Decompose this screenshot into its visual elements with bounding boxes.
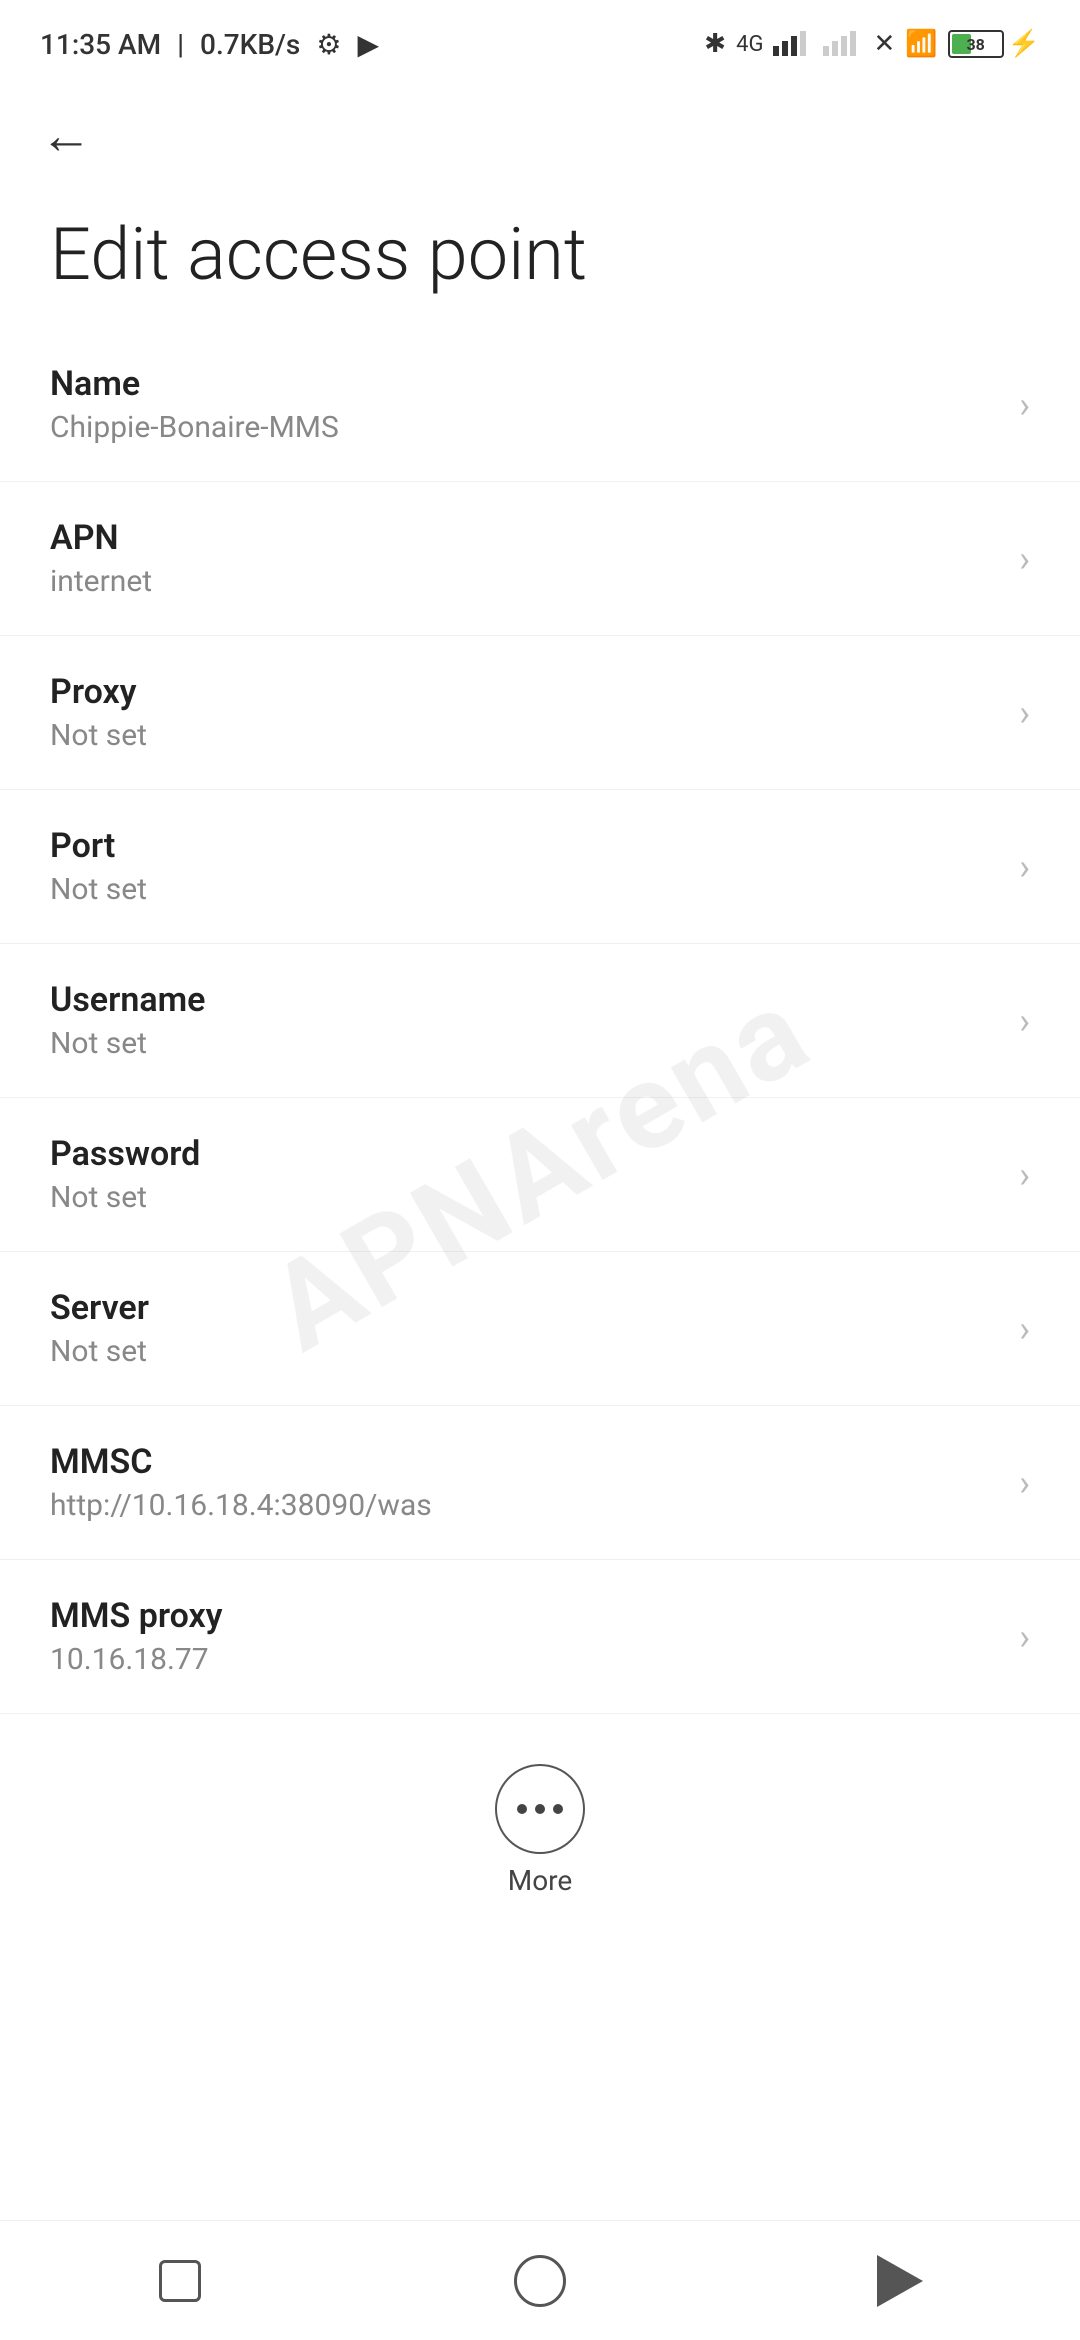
settings-item-content: MMS proxy 10.16.18.77 — [50, 1596, 999, 1677]
top-nav: ← — [0, 80, 1080, 172]
back-nav-icon — [877, 2255, 923, 2307]
bolt-icon: ⚡ — [1008, 29, 1040, 59]
settings-item-mmsc[interactable]: MMSC http://10.16.18.4:38090/was › — [0, 1406, 1080, 1560]
settings-item-content: Proxy Not set — [50, 672, 999, 753]
video-icon: ▶ — [357, 28, 379, 61]
settings-item-content: APN internet — [50, 518, 999, 599]
battery-display: 38 ⚡ — [948, 29, 1040, 59]
settings-item-content: Password Not set — [50, 1134, 999, 1215]
home-button[interactable] — [500, 2241, 580, 2321]
settings-item-username[interactable]: Username Not set › — [0, 944, 1080, 1098]
settings-item-value: Chippie-Bonaire-MMS — [50, 410, 999, 445]
bluetooth-icon: ✱ — [704, 29, 726, 59]
chevron-right-icon: › — [1019, 1308, 1030, 1350]
bottom-nav — [0, 2220, 1080, 2340]
dot3 — [553, 1804, 563, 1814]
settings-item-label: Proxy — [50, 672, 999, 712]
settings-item-name[interactable]: Name Chippie-Bonaire-MMS › — [0, 328, 1080, 482]
status-left: 11:35 AM | 0.7KB/s ⚙ ▶ — [40, 28, 379, 61]
settings-icon: ⚙ — [316, 28, 341, 61]
settings-item-content: MMSC http://10.16.18.4:38090/was — [50, 1442, 999, 1523]
chevron-right-icon: › — [1019, 692, 1030, 734]
settings-item-content: Port Not set — [50, 826, 999, 907]
settings-item-value: Not set — [50, 872, 999, 907]
wifi-icon: 📶 — [905, 29, 937, 59]
lte-icon: 4G — [736, 32, 763, 57]
status-icons: ✱ 4G ✕ 📶 38 ⚡ — [704, 28, 1040, 60]
settings-item-port[interactable]: Port Not set › — [0, 790, 1080, 944]
chevron-right-icon: › — [1019, 384, 1030, 426]
settings-item-value: http://10.16.18.4:38090/was — [50, 1488, 999, 1523]
settings-item-content: Username Not set — [50, 980, 999, 1061]
settings-item-apn[interactable]: APN internet › — [0, 482, 1080, 636]
settings-item-server[interactable]: Server Not set › — [0, 1252, 1080, 1406]
signal-icon — [773, 28, 813, 60]
back-nav-button[interactable] — [860, 2241, 940, 2321]
settings-item-label: Name — [50, 364, 999, 404]
chevron-right-icon: › — [1019, 846, 1030, 888]
settings-item-value: 10.16.18.77 — [50, 1642, 999, 1677]
chevron-right-icon: › — [1019, 1462, 1030, 1504]
x-icon: ✕ — [873, 29, 895, 59]
more-section: More — [0, 1714, 1080, 1927]
more-label: More — [508, 1864, 573, 1897]
settings-item-value: Not set — [50, 1180, 999, 1215]
recent-apps-icon — [159, 2260, 201, 2302]
settings-item-mms-proxy[interactable]: MMS proxy 10.16.18.77 › — [0, 1560, 1080, 1714]
back-arrow-icon: ← — [40, 110, 92, 162]
settings-item-password[interactable]: Password Not set › — [0, 1098, 1080, 1252]
back-button[interactable]: ← — [40, 110, 92, 162]
settings-item-content: Server Not set — [50, 1288, 999, 1369]
dot2 — [535, 1804, 545, 1814]
chevron-right-icon: › — [1019, 1000, 1030, 1042]
chevron-right-icon: › — [1019, 1154, 1030, 1196]
settings-item-proxy[interactable]: Proxy Not set › — [0, 636, 1080, 790]
settings-item-label: MMSC — [50, 1442, 999, 1482]
settings-list: Name Chippie-Bonaire-MMS › APN internet … — [0, 328, 1080, 1714]
speed-display: | — [177, 28, 184, 61]
settings-item-label: Username — [50, 980, 999, 1020]
settings-item-value: Not set — [50, 718, 999, 753]
dot1 — [517, 1804, 527, 1814]
more-button[interactable]: More — [495, 1764, 585, 1897]
settings-item-value: Not set — [50, 1334, 999, 1369]
settings-item-label: Port — [50, 826, 999, 866]
settings-item-label: Server — [50, 1288, 999, 1328]
recent-apps-button[interactable] — [140, 2241, 220, 2321]
chevron-right-icon: › — [1019, 538, 1030, 580]
home-icon — [514, 2255, 566, 2307]
more-dots-icon — [517, 1804, 563, 1814]
status-bar: 11:35 AM | 0.7KB/s ⚙ ▶ ✱ 4G ✕ 📶 — [0, 0, 1080, 80]
settings-item-value: Not set — [50, 1026, 999, 1061]
settings-item-label: MMS proxy — [50, 1596, 999, 1636]
settings-item-content: Name Chippie-Bonaire-MMS — [50, 364, 999, 445]
chevron-right-icon: › — [1019, 1616, 1030, 1658]
time-display: 11:35 AM — [40, 28, 161, 61]
battery-level: 38 — [966, 35, 984, 54]
more-circle-icon — [495, 1764, 585, 1854]
signal2-icon — [823, 28, 863, 60]
settings-item-label: Password — [50, 1134, 999, 1174]
page-title: Edit access point — [0, 172, 1080, 328]
settings-item-label: APN — [50, 518, 999, 558]
network-speed: 0.7KB/s — [200, 28, 300, 61]
settings-item-value: internet — [50, 564, 999, 599]
